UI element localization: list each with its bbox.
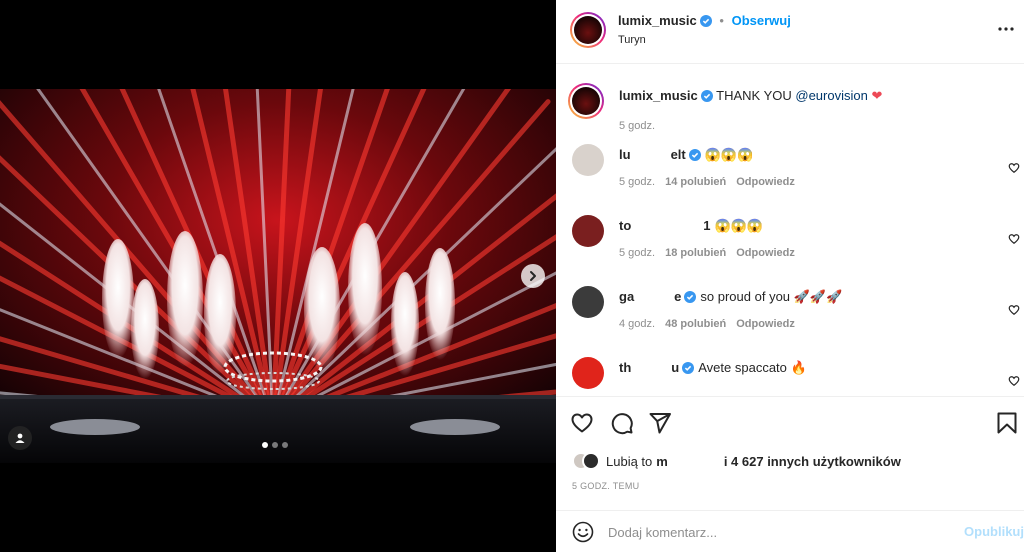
comment-time[interactable]: 5 godz. <box>619 247 655 259</box>
commenter-username-end[interactable]: 1 <box>703 218 710 233</box>
comments-section: lumix_music THANK YOU @eurovision ❤ 5 go… <box>556 64 1024 396</box>
comment-text: Avete spaccato 🔥 <box>698 360 807 375</box>
commenter-username-end[interactable]: e <box>674 289 681 304</box>
post-caption: lumix_music THANK YOU @eurovision ❤ 5 go… <box>556 83 1024 153</box>
commenter-avatar[interactable] <box>572 357 604 389</box>
liker-avatar[interactable] <box>582 452 600 470</box>
comment-like-icon[interactable] <box>1008 162 1020 174</box>
carousel-next-button[interactable] <box>521 264 545 288</box>
post-location[interactable]: Turyn <box>618 34 646 46</box>
comment-like-icon[interactable] <box>1008 304 1020 316</box>
carousel-dot <box>282 442 288 448</box>
post-media <box>0 0 556 552</box>
comment-body: ga e so proud of you 🚀🚀🚀 <box>619 288 999 306</box>
comment-meta: 5 godz. 18 polubień Odpowiedz <box>619 247 795 259</box>
reply-button[interactable]: Odpowiedz <box>736 318 795 330</box>
verified-badge-icon <box>699 15 712 27</box>
carousel-dot <box>262 442 268 448</box>
comment-likes[interactable]: 18 polubień <box>665 247 726 259</box>
carousel-indicator <box>262 442 288 448</box>
comment-item: to 1 😱😱😱 5 godz. 18 polubień Odpowiedz <box>556 215 1024 275</box>
user-tag-icon <box>15 433 25 443</box>
chevron-right-icon <box>530 271 536 281</box>
likes-count-link[interactable]: i 4 627 innych użytkowników <box>724 454 901 469</box>
caption-mention[interactable]: @eurovision <box>795 88 867 103</box>
verified-badge-icon <box>700 90 713 102</box>
more-horizontal-icon[interactable] <box>998 26 1014 32</box>
comment-input[interactable] <box>608 521 948 543</box>
caption-heart-emoji: ❤ <box>871 88 883 103</box>
author-avatar[interactable] <box>570 12 606 48</box>
commenter-username-end[interactable]: elt <box>671 147 686 162</box>
comment-text: 😱😱😱 <box>704 147 754 162</box>
author-username[interactable]: lumix_music <box>618 13 697 28</box>
caption-author-avatar[interactable] <box>568 83 604 119</box>
tagged-users-button[interactable] <box>8 426 32 450</box>
post-timestamp[interactable]: 5 GODZ. TEMU <box>572 481 639 491</box>
commenter-avatar[interactable] <box>572 215 604 247</box>
caption-username[interactable]: lumix_music <box>619 88 698 103</box>
caption-time: 5 godz. <box>619 120 656 132</box>
commenter-username[interactable]: th <box>619 360 631 375</box>
verified-badge-icon <box>682 362 695 374</box>
comment-time[interactable]: 4 godz. <box>619 318 655 330</box>
caption-text: THANK YOU <box>716 88 796 103</box>
post-actions <box>556 396 1024 448</box>
verified-badge-icon <box>688 149 701 161</box>
commenter-username-end[interactable]: u <box>671 360 679 375</box>
comment-meta: 5 godz. 14 polubień Odpowiedz <box>619 176 795 188</box>
comment-body: lu elt 😱😱😱 <box>619 146 999 164</box>
publish-button[interactable]: Opublikuj <box>964 524 1024 539</box>
commenter-avatar[interactable] <box>572 286 604 318</box>
comment-meta: 4 godz. 48 polubień Odpowiedz <box>619 318 795 330</box>
verified-badge-icon <box>684 291 697 303</box>
reply-button[interactable]: Odpowiedz <box>736 176 795 188</box>
comment-text: so proud of you 🚀🚀🚀 <box>700 289 843 304</box>
header-separator: • <box>719 13 724 28</box>
comment-body: to 1 😱😱😱 <box>619 217 999 235</box>
carousel-dot <box>272 442 278 448</box>
likes-prefix: Lubią to <box>606 453 653 469</box>
add-comment-bar: Opublikuj <box>556 510 1024 552</box>
comment-icon[interactable] <box>610 411 634 435</box>
reply-button[interactable]: Odpowiedz <box>736 247 795 259</box>
likes-summary: Lubią to m i 4 627 innych użytkowników <box>572 450 901 472</box>
comment-time[interactable]: 5 godz. <box>619 176 655 188</box>
commenter-username[interactable]: lu <box>619 147 631 162</box>
comment-like-icon[interactable] <box>1008 233 1020 245</box>
bookmark-icon[interactable] <box>996 411 1018 435</box>
commenter-username[interactable]: ga <box>619 289 634 304</box>
follow-button[interactable]: Obserwuj <box>732 13 791 28</box>
likes-user-link[interactable]: m <box>656 454 668 469</box>
comment-like-icon[interactable] <box>1008 375 1020 387</box>
comment-likes[interactable]: 14 polubień <box>665 176 726 188</box>
post-header: lumix_music • Obserwuj Turyn <box>556 0 1024 64</box>
post-photo[interactable] <box>0 89 556 463</box>
heart-icon[interactable] <box>570 411 594 435</box>
commenter-username[interactable]: to <box>619 218 631 233</box>
comment-item: ga e so proud of you 🚀🚀🚀 4 godz. 48 polubień… <box>556 286 1024 346</box>
send-icon[interactable] <box>648 411 672 435</box>
comment-item: th u Avete spaccato 🔥 <box>556 357 1024 396</box>
comment-likes[interactable]: 48 polubień <box>665 318 726 330</box>
comment-item: lu elt 😱😱😱 5 godz. 14 polubień Odpowiedz <box>556 144 1024 204</box>
commenter-avatar[interactable] <box>572 144 604 176</box>
smiley-icon[interactable] <box>572 521 594 543</box>
comment-text: 😱😱😱 <box>714 218 764 233</box>
comment-body: th u Avete spaccato 🔥 <box>619 359 999 377</box>
post-panel: lumix_music • Obserwuj Turyn lumix_music… <box>556 0 1024 552</box>
